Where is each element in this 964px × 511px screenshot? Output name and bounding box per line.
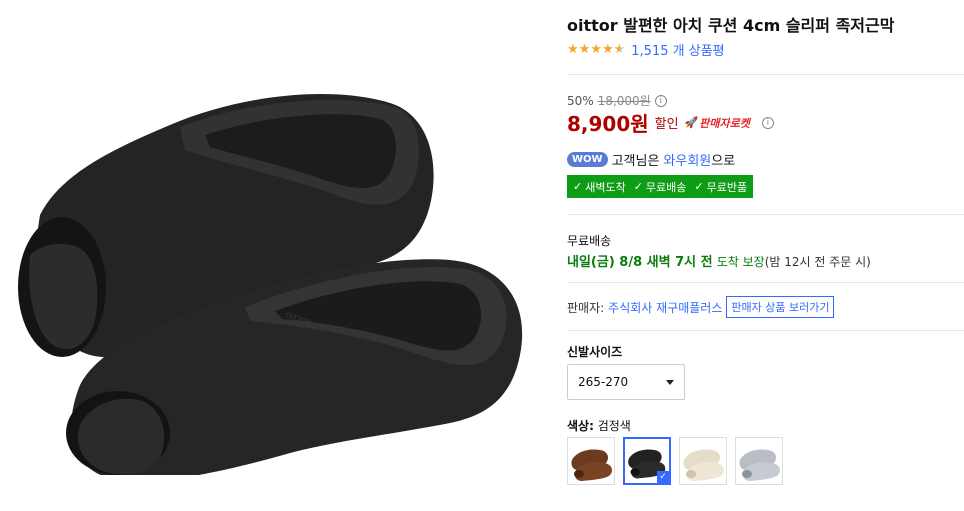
color-swatches: ✓ xyxy=(567,437,783,485)
product-image[interactable]: OITTOR xyxy=(0,55,545,475)
color-selected-value: 검정색 xyxy=(597,419,631,433)
divider xyxy=(567,282,964,283)
star-icon: ★ xyxy=(567,41,579,57)
swatch-black[interactable]: ✓ xyxy=(623,437,671,485)
size-label: 신발사이즈 xyxy=(567,345,623,359)
membership-text-prefix: 고객님은 xyxy=(611,154,660,169)
discount-label: 할인 xyxy=(654,117,679,132)
size-selected-value: 265-270 xyxy=(578,375,629,389)
shipping-label: 무료배송 xyxy=(567,234,612,248)
order-deadline-note: (밤 12시 전 주문 시) xyxy=(764,255,871,269)
rocket-delivery-badge: 🚀 판매자로켓 xyxy=(685,115,750,131)
star-icon: ★ xyxy=(601,41,614,57)
discount-rate: 50% xyxy=(567,93,594,108)
rating-row[interactable]: ★ ★ ★ ★ ★ 1,515 개 상품평 xyxy=(567,40,725,59)
arrival-date: 내일(금) 8/8 새벽 7시 전 xyxy=(567,255,713,270)
seller-label: 판매자: xyxy=(567,300,605,315)
selected-check-icon: ✓ xyxy=(657,471,669,483)
divider xyxy=(567,330,964,331)
rocket-badge-label: 판매자로켓 xyxy=(699,116,750,130)
color-label-row: 색상: 검정색 xyxy=(567,417,631,434)
product-info-panel: oittor 발편한 아치 쿠션 4cm 슬리퍼 족저근막 ★ ★ ★ ★ ★ … xyxy=(567,0,964,511)
arrival-guarantee: 도착 보장 xyxy=(716,255,765,269)
product-title: oittor 발편한 아치 쿠션 4cm 슬리퍼 족저근막 xyxy=(567,16,895,35)
original-price: 18,000원 xyxy=(597,94,651,108)
benefit-label: 무료반품 xyxy=(706,180,748,194)
shipping-arrival-row: 내일(금) 8/8 새벽 7시 전 도착 보장(밤 12시 전 주문 시) xyxy=(567,251,871,270)
star-icon: ★ xyxy=(578,41,591,57)
check-icon: ✓ xyxy=(573,180,583,193)
discount-row: 50% 18,000원 i xyxy=(567,92,667,109)
benefit-dawn-delivery: ✓ 새벽도착 xyxy=(573,179,626,195)
seller-row: 판매자: 주식회사 재구매플러스 판매자 상품 보러가기 xyxy=(567,296,835,318)
membership-text-suffix: 으로 xyxy=(711,154,736,169)
half-star-icon: ★ xyxy=(613,41,626,57)
info-icon[interactable]: i xyxy=(761,116,774,129)
beige-slipper-icon xyxy=(683,449,724,481)
check-icon: ✓ xyxy=(694,180,704,193)
rocket-icon: 🚀 xyxy=(684,116,699,129)
benefit-label: 새벽도착 xyxy=(585,180,626,194)
swatch-brown[interactable] xyxy=(567,437,615,485)
price-row: 8,900원 할인 🚀 판매자로켓 i xyxy=(567,108,774,137)
seller-name-link[interactable]: 주식회사 재구매플러스 xyxy=(608,299,722,316)
divider xyxy=(567,74,964,75)
benefit-free-return: ✓ 무료반품 xyxy=(694,179,747,195)
benefit-label: 무료배송 xyxy=(645,180,687,194)
membership-row: WOW 고객님은 와우회원 으로 xyxy=(567,150,735,169)
check-icon: ✓ xyxy=(633,180,643,193)
size-select[interactable]: 265-270 xyxy=(567,364,685,400)
color-label: 색상: xyxy=(567,419,594,433)
chevron-down-icon xyxy=(666,379,674,385)
swatch-gray[interactable] xyxy=(735,437,783,485)
wow-badge: WOW xyxy=(567,152,608,167)
sale-price: 8,900원 xyxy=(567,112,649,136)
brown-slipper-icon xyxy=(571,449,612,481)
benefit-free-shipping: ✓ 무료배송 xyxy=(634,179,687,195)
gray-slipper-icon xyxy=(739,449,780,481)
rating-stars: ★ ★ ★ ★ ★ xyxy=(567,41,626,57)
seller-products-button[interactable]: 판매자 상품 보러가기 xyxy=(726,296,835,318)
star-icon: ★ xyxy=(590,41,602,57)
info-icon[interactable]: i xyxy=(654,94,667,107)
review-count-link[interactable]: 1,515 개 상품평 xyxy=(631,40,724,59)
wow-member-link[interactable]: 와우회원 xyxy=(663,150,711,169)
benefits-bar: ✓ 새벽도착 ✓ 무료배송 ✓ 무료반품 xyxy=(567,175,754,198)
swatch-beige[interactable] xyxy=(679,437,727,485)
divider xyxy=(567,214,964,215)
